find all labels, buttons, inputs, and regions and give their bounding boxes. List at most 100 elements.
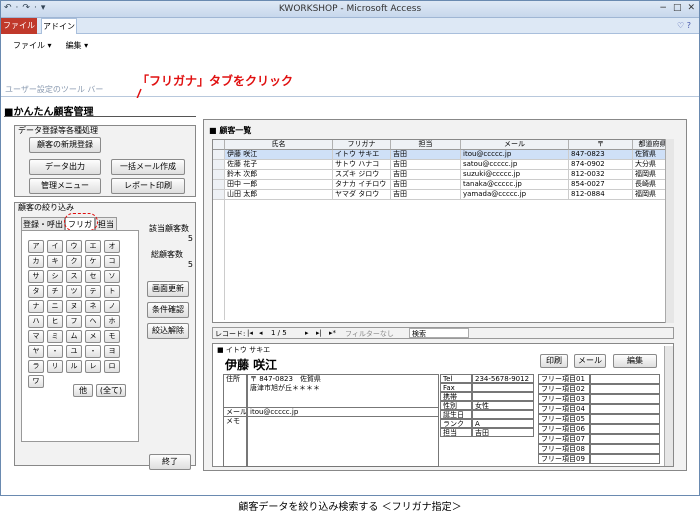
record-position[interactable]: 1 / 5 [271, 329, 287, 337]
kana-button[interactable]: ソ [104, 270, 120, 283]
tab-register[interactable]: 登録・呼出 [21, 217, 65, 231]
table-cell[interactable]: イトウ サキエ [333, 150, 391, 160]
info-value[interactable]: 234-5678-9012 [472, 374, 534, 383]
kana-button[interactable]: ロ [104, 360, 120, 373]
free-item-field[interactable] [590, 454, 660, 464]
first-record-icon[interactable]: |◂ [247, 329, 253, 337]
table-cell[interactable]: satou@ccccc.jp [461, 160, 569, 170]
refresh-button[interactable]: 画面更新 [147, 281, 189, 297]
table-cell[interactable]: 812-0884 [569, 190, 633, 200]
mail-button[interactable]: メール [574, 354, 606, 368]
kana-button[interactable]: シ [47, 270, 63, 283]
exit-button[interactable]: 終了 [149, 454, 191, 470]
kana-button[interactable]: カ [28, 255, 44, 268]
kana-button[interactable]: ヨ [104, 345, 120, 358]
table-cell[interactable]: 812-0032 [569, 170, 633, 180]
kana-button[interactable]: ナ [28, 300, 44, 313]
new-customer-button[interactable]: 顧客の新規登録 [29, 137, 101, 153]
kana-button[interactable]: エ [85, 240, 101, 253]
next-record-icon[interactable]: ▸ [305, 329, 309, 337]
kana-button[interactable]: ク [66, 255, 82, 268]
kana-button[interactable]: オ [104, 240, 120, 253]
kana-button[interactable]: ノ [104, 300, 120, 313]
table-cell[interactable]: ヤマダ タロウ [333, 190, 391, 200]
table-cell[interactable]: 854-0027 [569, 180, 633, 190]
column-header[interactable]: 〒 [569, 140, 633, 150]
row-selector[interactable] [213, 170, 225, 180]
table-cell[interactable]: 田中 一郎 [225, 180, 333, 190]
kana-button[interactable]: ホ [104, 315, 120, 328]
kana-button[interactable]: ヌ [66, 300, 82, 313]
free-item-field[interactable] [590, 374, 660, 384]
detail-scrollbar[interactable] [664, 346, 673, 466]
kana-button[interactable]: イ [47, 240, 63, 253]
report-print-button[interactable]: レポート印刷 [111, 178, 185, 194]
last-record-icon[interactable]: ▸| [316, 329, 322, 337]
free-item-field[interactable] [590, 444, 660, 454]
table-cell[interactable]: suzuki@ccccc.jp [461, 170, 569, 180]
tab-staff[interactable]: 担当 [95, 217, 117, 231]
info-value[interactable]: 吉田 [472, 428, 534, 437]
kana-button[interactable]: セ [85, 270, 101, 283]
table-cell[interactable]: 吉田 [391, 160, 461, 170]
column-header[interactable]: 氏名 [225, 140, 333, 150]
email-field[interactable]: itou@ccccc.jp [247, 408, 439, 417]
kana-button[interactable]: モ [104, 330, 120, 343]
table-cell[interactable]: 847-0823 [569, 150, 633, 160]
table-cell[interactable]: 佐藤 花子 [225, 160, 333, 170]
row-selector[interactable] [213, 150, 225, 160]
edit-button[interactable]: 編集 [613, 354, 657, 368]
free-item-field[interactable] [590, 384, 660, 394]
kana-button[interactable]: ヒ [47, 315, 63, 328]
grid-scrollbar[interactable] [665, 139, 674, 323]
kana-button[interactable]: ラ [28, 360, 44, 373]
kana-button[interactable]: レ [85, 360, 101, 373]
memo-field[interactable] [247, 417, 439, 467]
table-cell[interactable]: tanaka@ccccc.jp [461, 180, 569, 190]
data-export-button[interactable]: データ出力 [29, 159, 101, 175]
kana-button[interactable]: ヤ [28, 345, 44, 358]
free-item-field[interactable] [590, 404, 660, 414]
customer-grid[interactable]: 氏名 フリガナ 担当 メール〒都道府県 伊藤 咲江 イトウ サキエ 吉田 itou@ccccc… [212, 139, 674, 323]
kana-button[interactable]: キ [47, 255, 63, 268]
kana-button[interactable]: ヘ [85, 315, 101, 328]
kana-button[interactable]: ト [104, 285, 120, 298]
kana-button[interactable]: タ [28, 285, 44, 298]
kana-button[interactable]: ユ [66, 345, 82, 358]
kana-button[interactable]: ス [66, 270, 82, 283]
kana-button[interactable]: ネ [85, 300, 101, 313]
kana-button[interactable]: ル [66, 360, 82, 373]
kana-button[interactable]: ツ [66, 285, 82, 298]
kana-button[interactable]: チ [47, 285, 63, 298]
table-cell[interactable]: 吉田 [391, 150, 461, 160]
kana-button[interactable]: ア [28, 240, 44, 253]
table-cell[interactable]: スズキ ジロウ [333, 170, 391, 180]
free-item-field[interactable] [590, 424, 660, 434]
table-cell[interactable]: itou@ccccc.jp [461, 150, 569, 160]
kana-button[interactable]: コ [104, 255, 120, 268]
address-field[interactable]: 〒 847-0823 佐賀県 唐津市旭が丘＊＊＊＊ [247, 374, 439, 408]
info-value[interactable] [472, 392, 534, 401]
new-record-icon[interactable]: ▸* [329, 329, 336, 337]
table-cell[interactable]: yamada@ccccc.jp [461, 190, 569, 200]
table-cell[interactable]: 伊藤 咲江 [225, 150, 333, 160]
print-button[interactable]: 印刷 [540, 354, 568, 368]
kana-all-button[interactable]: (全て) [96, 384, 126, 397]
free-item-field[interactable] [590, 414, 660, 424]
kana-button[interactable]: サ [28, 270, 44, 283]
row-selector[interactable] [213, 180, 225, 190]
kana-button[interactable]: ハ [28, 315, 44, 328]
table-cell[interactable]: 山田 太郎 [225, 190, 333, 200]
kana-button[interactable]: ニ [47, 300, 63, 313]
row-selector[interactable] [213, 160, 225, 170]
table-cell[interactable]: 吉田 [391, 170, 461, 180]
kana-button[interactable]: ミ [47, 330, 63, 343]
row-selector[interactable] [213, 190, 225, 200]
filter-status[interactable]: フィルターなし [345, 329, 394, 339]
prev-record-icon[interactable]: ◂ [259, 329, 263, 337]
kana-button[interactable]: ウ [66, 240, 82, 253]
info-value[interactable]: A [472, 419, 534, 428]
column-header[interactable]: フリガナ [333, 140, 391, 150]
kana-other-button[interactable]: 他 [73, 384, 93, 397]
kana-button[interactable]: メ [85, 330, 101, 343]
